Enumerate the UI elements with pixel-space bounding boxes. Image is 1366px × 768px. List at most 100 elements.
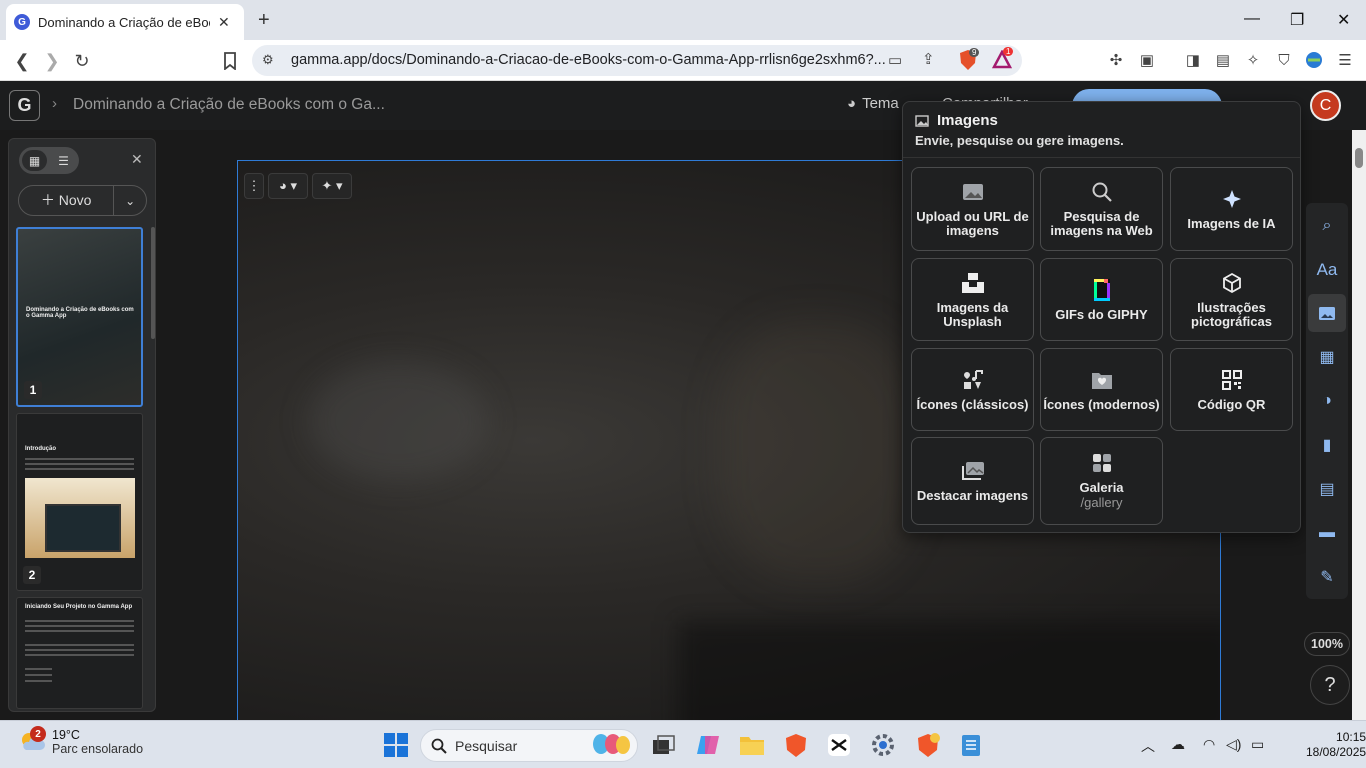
close-panel-icon[interactable]: ✕ xyxy=(131,151,143,168)
brave-browser-icon[interactable] xyxy=(783,732,809,758)
upload-image-button[interactable]: Upload ou URL de imagens xyxy=(911,167,1034,251)
volume-icon[interactable]: ◁) xyxy=(1226,736,1241,753)
image-icon[interactable] xyxy=(1308,294,1346,332)
taskbar-search[interactable]: Pesquisar xyxy=(420,729,638,762)
site-info-icon[interactable]: ⚙ xyxy=(262,52,274,68)
weather-temp: 19°C xyxy=(52,728,80,742)
address-bar[interactable]: ⚙ gamma.app/docs/Dominando-a-Criacao-de-… xyxy=(252,45,1022,76)
help-button[interactable]: ? xyxy=(1310,665,1350,705)
video-icon[interactable]: ▤ xyxy=(1315,477,1339,501)
reload-icon[interactable]: ↻ xyxy=(71,50,93,72)
windows-start-icon[interactable] xyxy=(383,732,409,758)
background-image-blur xyxy=(718,321,918,581)
breadcrumb-chevron-icon: › xyxy=(52,95,57,112)
ai-edit-icon[interactable]: ✦ ▾ xyxy=(312,173,352,199)
vpn-icon[interactable]: ⛉ xyxy=(1274,50,1294,70)
new-card-label: ＋ Novo xyxy=(19,186,115,215)
avatar[interactable]: C xyxy=(1310,90,1341,121)
onedrive-icon[interactable]: ☁ xyxy=(1171,736,1185,753)
highlight-images-button[interactable]: Destacar imagens xyxy=(911,437,1034,525)
file-explorer-icon[interactable] xyxy=(739,732,765,758)
brave-shields-icon[interactable]: 9 xyxy=(958,48,980,71)
classic-icons-icon xyxy=(962,368,984,392)
qr-code-button[interactable]: Código QR xyxy=(1170,348,1293,431)
reader-icon[interactable]: ▣ xyxy=(1137,50,1157,70)
new-tab-icon[interactable]: + xyxy=(258,9,270,32)
gamma-favicon-icon: G xyxy=(14,14,30,30)
popover-subtitle: Envie, pesquise ou gere imagens. xyxy=(915,133,1124,148)
thumbnail-view-icon[interactable]: ▦ xyxy=(22,150,47,171)
layout-icon[interactable]: ▬ xyxy=(1315,521,1339,545)
back-icon[interactable]: ❮ xyxy=(11,50,33,72)
doc-title[interactable]: Dominando a Criação de eBooks com o Ga..… xyxy=(73,96,385,114)
forward-icon[interactable]: ❯ xyxy=(41,50,63,72)
giphy-icon xyxy=(1092,278,1112,302)
tab-title: Dominando a Criação de eBooks xyxy=(38,14,210,30)
brave-beta-icon[interactable] xyxy=(915,732,941,758)
minimize-icon[interactable]: — xyxy=(1244,10,1260,28)
web-image-search-button[interactable]: Pesquisa de imagens na Web xyxy=(1040,167,1163,251)
weather-badge: 2 xyxy=(30,726,46,742)
search-icon xyxy=(431,738,447,754)
battery-icon[interactable]: ▭ xyxy=(1251,736,1264,753)
blocks-icon[interactable]: ▦ xyxy=(1315,345,1339,369)
system-clock[interactable]: 10:15 18/08/2025 xyxy=(1306,730,1366,760)
unsplash-icon xyxy=(961,271,985,295)
browser-tab[interactable]: G Dominando a Criação de eBooks ✕ xyxy=(6,4,244,40)
maximize-icon[interactable]: ❐ xyxy=(1290,10,1304,30)
menu-icon[interactable]: ☰ xyxy=(1335,50,1355,70)
slide-thumbnail[interactable]: Dominando a Criação de eBooks com o Gamm… xyxy=(16,227,143,407)
pictographic-illustrations-button[interactable]: Ilustrações pictográficas xyxy=(1170,258,1293,341)
wallet-icon[interactable]: ▤ xyxy=(1213,50,1233,70)
slide-title: Introdução xyxy=(25,446,56,452)
card-menu-icon[interactable]: ⋮ xyxy=(244,173,264,199)
slide-thumbnail[interactable]: Introdução 2 xyxy=(16,413,143,591)
card-style-icon[interactable]: ◕ ▾ xyxy=(268,173,308,199)
gamma-logo[interactable]: G xyxy=(9,90,40,121)
slide-number: 2 xyxy=(23,566,41,584)
extensions-icon[interactable]: ✣ xyxy=(1106,50,1126,70)
background-image-blur xyxy=(678,621,1220,721)
settings-icon[interactable] xyxy=(870,732,896,758)
profile-globe-icon[interactable] xyxy=(1304,50,1324,70)
modern-icons-button[interactable]: Ícones (modernos) xyxy=(1040,348,1163,431)
leo-ai-icon[interactable]: ✧ xyxy=(1243,50,1263,70)
panel-scrollbar[interactable] xyxy=(151,227,155,339)
tray-overflow-icon[interactable]: ︿ xyxy=(1141,736,1155,756)
close-tab-icon[interactable]: ✕ xyxy=(218,14,230,31)
theme-label: Tema xyxy=(862,95,899,112)
text-icon[interactable]: Aa xyxy=(1315,258,1339,282)
list-view-icon[interactable]: ☰ xyxy=(51,150,76,171)
task-view-icon[interactable] xyxy=(650,732,676,758)
zoom-level[interactable]: 100% xyxy=(1304,632,1350,656)
sidebar-icon[interactable]: ◨ xyxy=(1183,50,1203,70)
slide-thumbnail[interactable]: Iniciando Seu Projeto no Gamma App xyxy=(16,597,143,709)
brave-rewards-icon[interactable]: 1 xyxy=(992,47,1014,70)
page-scrollbar[interactable] xyxy=(1352,130,1366,720)
theme-button[interactable]: ◕ Tema xyxy=(847,95,899,112)
capcut-icon[interactable] xyxy=(826,732,852,758)
unsplash-button[interactable]: Imagens da Unsplash xyxy=(911,258,1034,341)
share-icon[interactable]: ⇪ xyxy=(922,50,935,68)
windows-taskbar: 19°C Parc ensolarado 2 Pesquisar ︿ ☁ ◠ ◁… xyxy=(0,720,1366,768)
close-window-icon[interactable]: ✕ xyxy=(1337,10,1350,30)
cast-icon[interactable]: ▭ xyxy=(888,51,902,69)
slide-number: 1 xyxy=(24,381,42,399)
new-card-button[interactable]: ＋ Novo ⌄ xyxy=(18,185,147,216)
bookmark-icon[interactable] xyxy=(219,50,241,72)
wifi-icon[interactable]: ◠ xyxy=(1203,736,1215,753)
form-edit-icon[interactable]: ✎ xyxy=(1315,565,1339,589)
chevron-down-icon[interactable]: ⌄ xyxy=(114,194,146,208)
giphy-button[interactable]: GIFs do GIPHY xyxy=(1040,258,1163,341)
classic-icons-button[interactable]: Ícones (clássicos) xyxy=(911,348,1034,431)
embed-icon[interactable]: ◑ xyxy=(1315,389,1339,413)
browser-tab-strip: G Dominando a Criação de eBooks ✕ + — ❐ … xyxy=(0,0,1366,40)
chart-icon[interactable]: ▮ xyxy=(1315,433,1339,457)
weather-desc: Parc ensolarado xyxy=(52,742,144,756)
ai-images-button[interactable]: Imagens de IA xyxy=(1170,167,1293,251)
copilot-icon[interactable] xyxy=(695,732,721,758)
notepad-icon[interactable] xyxy=(958,732,984,758)
search-icon[interactable]: ⌕ xyxy=(1315,214,1339,238)
gallery-button[interactable]: Galeria /gallery xyxy=(1040,437,1163,525)
clock-time: 10:15 xyxy=(1336,730,1366,744)
